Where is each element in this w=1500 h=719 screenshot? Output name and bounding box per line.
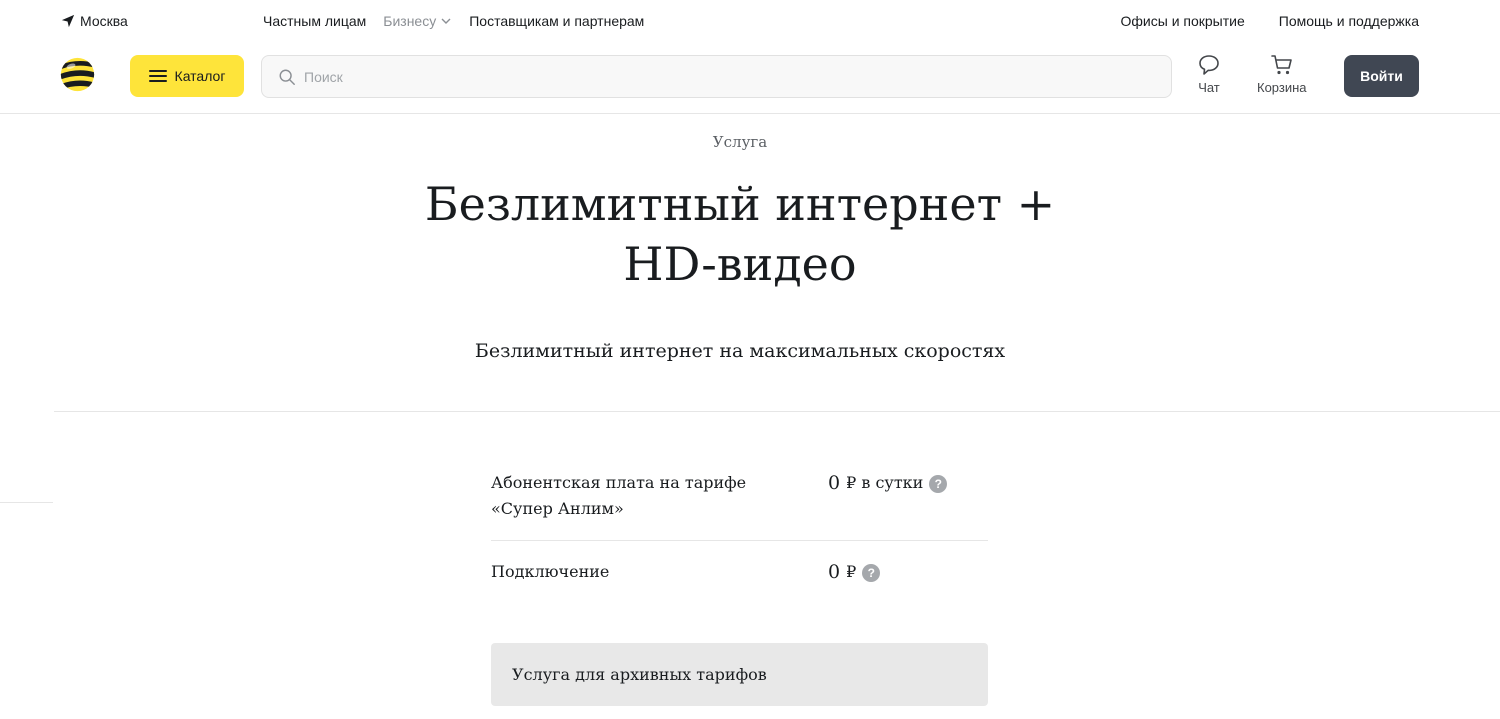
archive-notice: Услуга для архивных тарифов [491, 643, 988, 706]
price-row-subscription: Абонентская плата на тарифе «Супер Анлим… [491, 470, 988, 540]
cart-button[interactable]: Корзина [1257, 53, 1307, 95]
chevron-down-icon [441, 18, 451, 24]
price-unit: ₽ [846, 562, 857, 581]
chat-button[interactable]: Чат [1197, 53, 1221, 95]
price-table: Абонентская плата на тарифе «Супер Анлим… [491, 470, 988, 603]
segment-partners[interactable]: Поставщикам и партнерам [469, 13, 644, 29]
section-divider [54, 411, 1500, 412]
menu-icon [148, 70, 167, 82]
search-icon [279, 69, 295, 85]
price-label: Абонентская плата на тарифе «Супер Анлим… [491, 473, 747, 518]
page-title: Безлимитный интернет + HD-видео [424, 177, 1056, 291]
page-eyebrow: Услуга [712, 133, 768, 151]
segment-nav: Частным лицам Бизнесу Поставщикам и парт… [263, 13, 644, 29]
city-label: Москва [80, 13, 128, 29]
chat-bubble-icon [1199, 55, 1219, 75]
top-bar: Москва Частным лицам Бизнесу Поставщикам… [0, 0, 1500, 44]
help-icon[interactable]: ? [929, 475, 948, 493]
search-input[interactable] [304, 68, 1144, 85]
price-row-connection: Подключение 0 ₽ ? [491, 540, 988, 603]
cart-icon [1270, 55, 1292, 75]
price-amount: 0 [828, 561, 841, 583]
utility-nav: Офисы и покрытие Помощь и поддержка [1121, 13, 1419, 29]
cart-label: Корзина [1257, 80, 1307, 95]
help-link[interactable]: Помощь и поддержка [1279, 13, 1419, 29]
catalog-button[interactable]: Каталог [130, 55, 244, 97]
offices-link[interactable]: Офисы и покрытие [1121, 13, 1245, 29]
price-amount: 0 [828, 472, 841, 494]
price-unit: ₽ в сутки [846, 473, 924, 492]
beeline-logo[interactable] [59, 56, 96, 93]
login-button[interactable]: Войти [1344, 55, 1419, 97]
help-icon[interactable]: ? [862, 564, 881, 582]
price-label: Подключение [491, 562, 610, 581]
page-subtitle: Безлимитный интернет на максимальных ско… [474, 340, 1006, 362]
segment-business[interactable]: Бизнесу [383, 13, 452, 29]
segment-business-label: Бизнесу [383, 13, 437, 29]
main-header: Каталог Чат Корзина Войти [0, 44, 1500, 114]
segment-private[interactable]: Частным лицам [263, 13, 366, 29]
location-arrow-icon [61, 14, 75, 28]
chat-label: Чат [1198, 80, 1220, 95]
price-value: 0 ₽ ? [828, 559, 988, 585]
side-divider [0, 502, 53, 503]
archive-notice-text: Услуга для архивных тарифов [512, 665, 767, 684]
city-selector[interactable]: Москва [61, 13, 128, 29]
search-bar[interactable] [261, 55, 1172, 98]
catalog-label: Каталог [174, 68, 226, 84]
price-value: 0 ₽ в сутки ? [828, 470, 988, 522]
